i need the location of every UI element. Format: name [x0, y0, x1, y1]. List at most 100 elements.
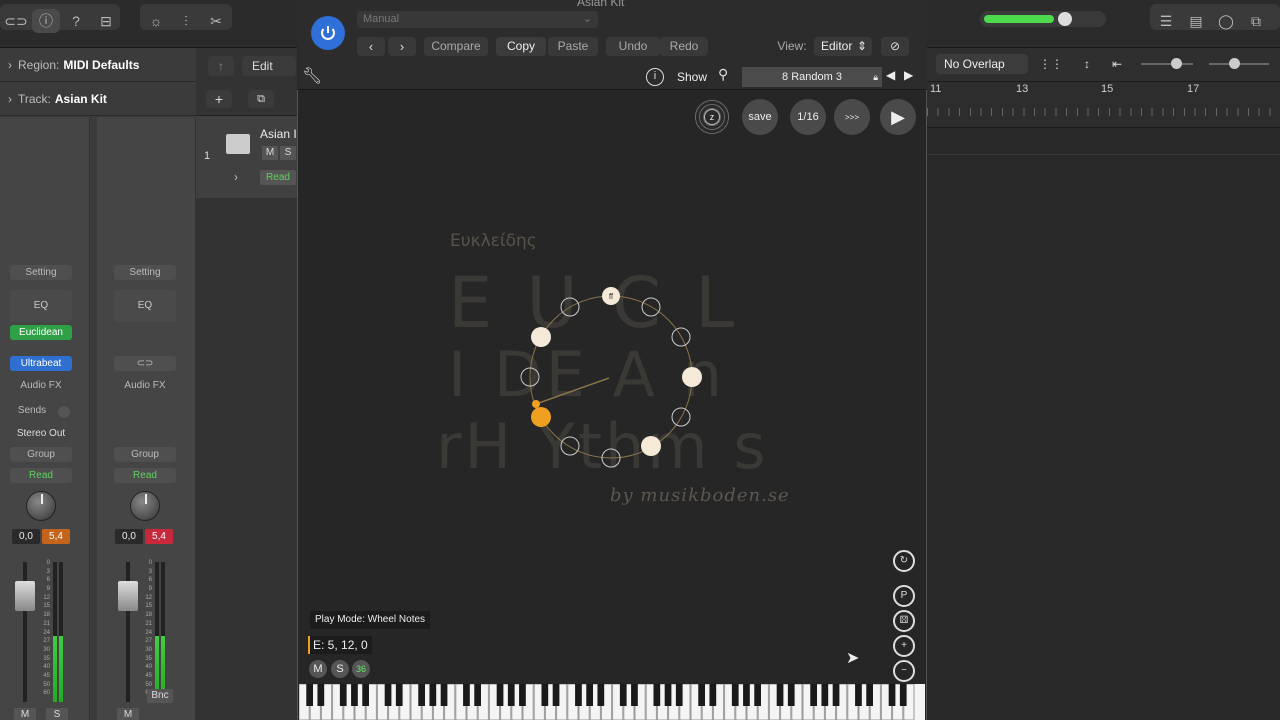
black-key[interactable] — [698, 684, 705, 706]
chevron-right-icon[interactable]: › — [234, 170, 238, 184]
instrument-slot[interactable]: Ultrabeat — [10, 356, 72, 371]
black-key[interactable] — [474, 684, 481, 706]
copy-button[interactable]: Copy — [496, 37, 546, 56]
pan-knob[interactable] — [130, 491, 160, 521]
output-slot[interactable]: Stereo Out — [10, 426, 72, 441]
fast-forward-button[interactable]: >>> — [834, 99, 870, 135]
show-button[interactable]: Show — [677, 70, 707, 84]
previous-preset-button[interactable]: ‹ — [357, 37, 385, 56]
audio-fx-label[interactable]: Audio FX — [114, 378, 176, 393]
black-key[interactable] — [787, 684, 795, 706]
black-key[interactable] — [597, 684, 605, 706]
euclidean-wheel[interactable]: ff — [511, 284, 711, 474]
wheel-step-6[interactable] — [641, 436, 661, 456]
black-key[interactable] — [362, 684, 369, 706]
track-automation-read[interactable]: Read — [260, 170, 296, 185]
eq-slot[interactable]: EQ — [114, 290, 176, 322]
add-track-icon[interactable]: + — [206, 90, 232, 108]
black-key[interactable] — [541, 684, 549, 706]
setting-button[interactable]: Setting — [10, 265, 72, 280]
play-button[interactable]: ▶ — [880, 99, 916, 135]
volume-fader[interactable] — [118, 581, 138, 611]
vertical-zoom-icon[interactable]: ↕ — [1075, 54, 1099, 74]
black-key[interactable] — [731, 684, 739, 706]
black-key[interactable] — [384, 684, 392, 706]
euclid-params[interactable]: E: 5, 12, 0 — [308, 636, 372, 654]
waveform-zoom-icon[interactable]: ⋮⋮ — [1039, 54, 1063, 74]
quick-help-icon[interactable]: ? — [62, 9, 90, 33]
wheel-step-4[interactable] — [682, 367, 702, 387]
black-key[interactable] — [631, 684, 638, 706]
automation-read-button[interactable]: Read — [10, 468, 72, 483]
solo-button[interactable]: S — [46, 708, 68, 720]
black-key[interactable] — [776, 684, 784, 706]
paste-button[interactable]: Paste — [548, 37, 598, 56]
search-icon[interactable]: ⚲ — [718, 66, 728, 83]
black-key[interactable] — [586, 684, 593, 706]
black-key[interactable] — [575, 684, 582, 706]
track-inspector-row[interactable]: › Track: Asian Kit — [0, 82, 196, 116]
loop-browser-icon[interactable]: ◯ — [1212, 9, 1240, 33]
power-button[interactable] — [311, 16, 345, 50]
next-preset-arrow[interactable]: ▶ — [904, 68, 913, 82]
master-volume-knob[interactable] — [1058, 12, 1072, 26]
toolbar-toggle-icon[interactable]: ⊟ — [92, 9, 120, 33]
black-key[interactable] — [888, 684, 896, 706]
black-key[interactable] — [866, 684, 873, 706]
view-select[interactable]: Editor ⇕ — [814, 37, 872, 56]
bar-ruler[interactable]: 11 13 15 17 — [927, 82, 1280, 128]
black-key[interactable] — [519, 684, 526, 706]
dice-icon[interactable]: ⚄ — [893, 610, 915, 632]
scissors-icon[interactable]: ✂ — [202, 9, 230, 33]
mute-button[interactable]: M — [117, 708, 139, 720]
vertical-zoom-knob[interactable] — [1171, 58, 1182, 69]
track-name[interactable]: Asian I — [260, 127, 297, 141]
channel-name-badge[interactable]: Bnc — [147, 689, 173, 703]
black-key[interactable] — [821, 684, 829, 706]
black-key[interactable] — [810, 684, 817, 706]
preset-select[interactable]: Manual ⌄ — [357, 11, 598, 28]
volume-fader[interactable] — [15, 581, 35, 611]
black-key[interactable] — [351, 684, 358, 706]
redo-button[interactable]: Redo — [660, 37, 708, 56]
plus-icon[interactable]: + — [893, 635, 915, 657]
pan-knob[interactable] — [26, 491, 56, 521]
compare-button[interactable]: Compare — [424, 37, 488, 56]
brightness-icon[interactable]: ☼ — [142, 9, 170, 33]
mixer-sliders-icon[interactable]: ⫶ — [172, 9, 200, 33]
minus-icon[interactable]: − — [893, 660, 915, 682]
send-knob[interactable] — [58, 406, 70, 418]
division-button[interactable]: 1/16 — [790, 99, 826, 135]
black-key[interactable] — [496, 684, 504, 706]
black-key[interactable] — [675, 684, 683, 706]
z-spiral-button[interactable]: z — [694, 99, 730, 135]
next-preset-button[interactable]: › — [388, 37, 416, 56]
group-slot[interactable]: Group — [114, 447, 176, 462]
library-icon[interactable]: ⊂⊃ — [2, 9, 30, 33]
undo-button[interactable]: Undo — [606, 37, 660, 56]
arrange-area[interactable] — [927, 128, 1280, 720]
black-key[interactable] — [754, 684, 761, 706]
black-key[interactable] — [832, 684, 840, 706]
black-key[interactable] — [395, 684, 403, 706]
overlap-select[interactable]: No Overlap — [936, 54, 1028, 74]
black-key[interactable] — [855, 684, 862, 706]
black-key[interactable] — [709, 684, 717, 706]
piano-keyboard[interactable] — [299, 684, 925, 720]
black-key[interactable] — [306, 684, 313, 706]
black-key[interactable] — [418, 684, 425, 706]
black-key[interactable] — [552, 684, 560, 706]
horizontal-fit-icon[interactable]: ⇤ — [1105, 54, 1129, 74]
plugin-solo-button[interactable]: S — [331, 660, 349, 678]
wheel-step-9[interactable] — [531, 407, 551, 427]
group-slot[interactable]: Group — [10, 447, 72, 462]
list-editor-icon[interactable]: ☰ — [1152, 9, 1180, 33]
black-key[interactable] — [440, 684, 448, 706]
previous-preset-arrow[interactable]: ◀ — [886, 68, 895, 82]
master-volume-slider[interactable] — [980, 11, 1106, 27]
region-inspector-row[interactable]: › Region: MIDI Defaults — [0, 48, 196, 82]
catch-icon[interactable]: ↑ — [208, 56, 234, 76]
setting-button[interactable]: Setting — [114, 265, 176, 280]
wrench-icon[interactable]: 🔧︎ — [302, 66, 322, 86]
black-key[interactable] — [743, 684, 750, 706]
